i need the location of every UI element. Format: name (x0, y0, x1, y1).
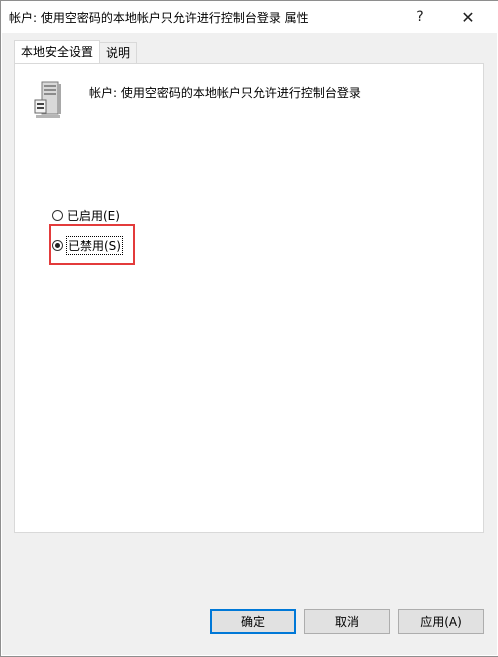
tab-explain[interactable]: 说明 (99, 42, 138, 63)
server-computer-icon (34, 81, 61, 118)
ok-button[interactable]: 确定 (210, 609, 296, 634)
help-icon: ? (416, 9, 424, 25)
tab-panel: 帐户: 使用空密码的本地帐户只允许进行控制台登录 已启用(E) 已禁用(S) (14, 63, 484, 533)
policy-name: 帐户: 使用空密码的本地帐户只允许进行控制台登录 (89, 86, 361, 100)
window-title: 帐户: 使用空密码的本地帐户只允许进行控制台登录 属性 (9, 11, 309, 25)
cancel-button[interactable]: 取消 (304, 609, 390, 634)
tab-local-security-setting[interactable]: 本地安全设置 (14, 40, 101, 63)
enabled-option[interactable]: 已启用(E) (52, 206, 120, 224)
enabled-label[interactable]: 已启用(E) (67, 207, 120, 224)
enabled-radio[interactable] (52, 209, 63, 221)
help-button[interactable]: ? (397, 1, 443, 33)
tab-strip: 本地安全设置 说明 (14, 40, 138, 64)
title-bar[interactable]: 帐户: 使用空密码的本地帐户只允许进行控制台登录 属性 ? ✕ (1, 1, 498, 33)
properties-dialog: 帐户: 使用空密码的本地帐户只允许进行控制台登录 属性 ? ✕ 本地安全设置 说… (0, 0, 498, 657)
apply-button[interactable]: 应用(A) (398, 609, 484, 634)
dialog-body: 本地安全设置 说明 帐户: 使用空密码的本地帐户只允许进行控制台登录 已启用(E… (2, 33, 497, 655)
close-icon: ✕ (461, 7, 475, 27)
annotation-highlight-box (49, 224, 135, 265)
close-button[interactable]: ✕ (445, 1, 491, 33)
